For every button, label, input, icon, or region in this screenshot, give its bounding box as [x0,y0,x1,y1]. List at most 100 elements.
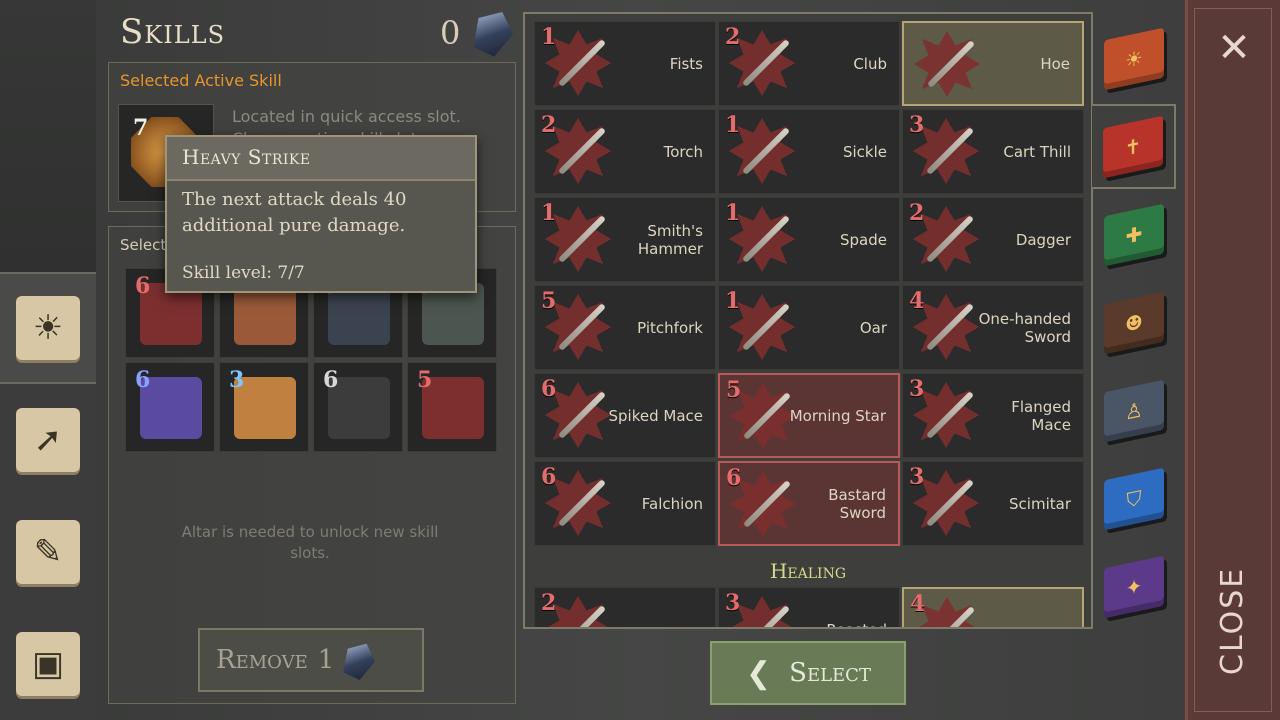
close-label[interactable]: CLOSE [1215,567,1255,675]
skill-cell[interactable]: 5 Pitchfork [534,285,716,370]
tooltip-text: The next attack deals 40 additional pure… [182,189,407,236]
skill-category-tab[interactable]: ⛉ [1092,456,1176,541]
select-label: Select [789,658,871,688]
skill-category-tab[interactable]: ✦ [1092,544,1176,629]
skill-level: 3 [909,376,925,402]
skill-level: 5 [541,288,557,314]
skill-cell[interactable]: Hoe [902,21,1084,106]
skill-category-tab[interactable]: ☀ [1092,16,1176,101]
skill-cell[interactable]: 1 Sickle [718,109,900,194]
warrior-book-icon: ✝ [1103,115,1163,178]
tooltip-level: Skill level: 7/7 [182,263,305,283]
skill-name: Scimitar [1009,494,1071,513]
skill-cell[interactable]: 2 Club [718,21,900,106]
close-icon[interactable]: ✕ [1214,28,1254,68]
tooltip-title: Heavy Strike [167,137,475,181]
skill-cell[interactable]: 2 Torch [534,109,716,194]
passive-skill-slot[interactable]: 6 [313,362,403,452]
chevron-left-icon: ❮ [746,655,772,691]
skill-name: Bastard Sword [828,485,886,522]
magic-book-icon: ✦ [1104,555,1164,618]
passive-skill-level: 6 [323,367,339,393]
skill-name: Roasted [787,588,887,628]
nav-tab-inventory[interactable]: ▣ [0,608,96,720]
passive-skill-level: 6 [135,273,151,299]
skill-category-tab[interactable]: ✚ [1092,192,1176,277]
passive-skill-slot[interactable]: 3 [219,362,309,452]
skill-level: 3 [909,112,925,138]
skill-cell[interactable]: 1 Fists [534,21,716,106]
skill-level: 3 [725,590,741,616]
passive-skill-level: 3 [229,367,245,393]
skills-book-icon: ☀ [16,296,80,360]
skill-cell[interactable]: 6 Falchion [534,461,716,546]
skill-name: Fists [669,54,703,73]
skill-name: Spade [840,230,887,249]
skill-cell[interactable]: 4 [902,587,1084,627]
remove-cost: 1 [317,645,335,675]
skill-name [603,588,703,627]
skill-cell[interactable]: 1 Spade [718,197,900,282]
healing-book-icon: ✚ [1104,203,1164,266]
skill-level: 1 [725,200,741,226]
backpack-icon: ▣ [16,632,80,696]
skill-name: Spiked Mace [608,406,704,425]
skill-name: Oar [859,318,887,337]
skill-level: 4 [909,288,925,314]
skill-cell[interactable]: 3 Cart Thill [902,109,1084,194]
skill-name: Smith's Hammer [637,221,703,258]
sun-book-icon: ☀ [1104,27,1164,90]
skill-cell[interactable]: 6 Bastard Sword [718,461,900,546]
skill-level: 2 [541,112,557,138]
skill-cell[interactable]: 3 Roasted [718,587,900,628]
remove-button[interactable]: Remove 1 [198,628,424,692]
skill-cell[interactable]: 3 Scimitar [902,461,1084,546]
skill-name: Torch [663,142,703,161]
skill-level: 6 [541,376,557,402]
quest-scroll-icon: ✎ [16,520,80,584]
skill-cell[interactable]: 2 [534,587,716,627]
skill-cell[interactable]: 4 One-handed Sword [902,285,1084,370]
remove-label: Remove [216,645,308,675]
skill-name: Dagger [1015,230,1071,249]
skill-name: Club [853,54,887,73]
skill-name: Pitchfork [637,318,703,337]
skill-cell[interactable]: 6 Spiked Mace [534,373,716,458]
skill-level: 2 [541,590,557,616]
skill-level: 1 [725,112,741,138]
skill-cell[interactable]: 5 Morning Star [718,373,900,458]
skill-level: 3 [909,464,925,490]
skill-level: 2 [909,200,925,226]
skill-points: 0 [440,14,461,52]
select-button[interactable]: ❮ Select [710,641,906,705]
skill-category-tab[interactable]: ♙ [1092,368,1176,453]
page-title: Skills [120,12,226,52]
skill-level: 4 [910,591,926,617]
skill-cell[interactable]: 2 Dagger [902,197,1084,282]
nav-tab-quests[interactable]: ✎ [0,496,96,608]
skill-level: 1 [541,24,557,50]
altar-note: Altar is needed to unlock new skill slot… [181,523,439,562]
skill-name: Cart Thill [1003,142,1071,161]
passive-skill-slot[interactable]: 5 [407,362,497,452]
skill-level: 6 [541,464,557,490]
skill-name: Sickle [842,142,887,161]
active-skill-label: Selected Active Skill [120,71,282,90]
nav-tab-skills[interactable]: ☀ [0,272,96,384]
left-nav-top [0,0,96,272]
skill-category-tab[interactable]: ☻ [1092,280,1176,365]
passive-skill-slot[interactable]: 6 [125,362,215,452]
skill-grid[interactable]: 1 Fists 2 Club Hoe 2 Torch 1 Sickle 3 Cart Thill 1 S… [523,12,1093,629]
skill-cell[interactable]: 1 Smith's Hammer [534,197,716,282]
skill-cell[interactable]: 3 Flanged Mace [902,373,1084,458]
nav-tab-map[interactable]: ➚ [0,384,96,496]
skill-level: 2 [725,24,741,50]
skill-level: 6 [726,465,742,491]
active-skill-level: 7 [133,115,149,141]
crystal-icon [338,637,380,682]
skill-category-tab[interactable]: ✝ [1092,104,1176,189]
skill-cell[interactable]: 1 Oar [718,285,900,370]
skill-name: Morning Star [789,406,886,425]
healing-section-title: Healing [769,559,847,583]
mask-book-icon: ☻ [1104,291,1164,354]
